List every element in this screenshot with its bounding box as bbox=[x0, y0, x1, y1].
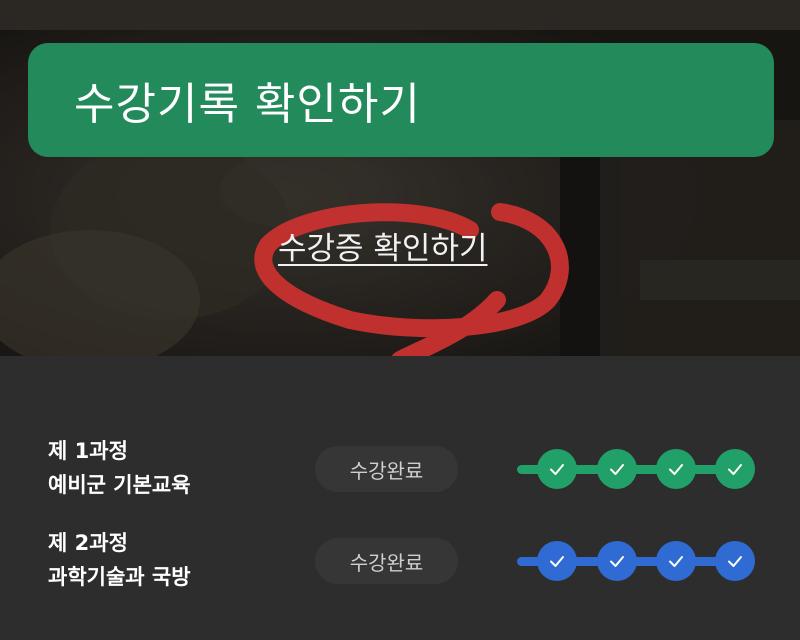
step-4-check-icon bbox=[715, 449, 755, 489]
course-number: 제 1과정 bbox=[48, 439, 128, 463]
step-1-check-icon bbox=[537, 449, 577, 489]
step-3-check-icon bbox=[656, 449, 696, 489]
step-2-check-icon bbox=[597, 541, 637, 581]
course-item-2: 제 2과정 과학기술과 국방 수강완료 bbox=[0, 526, 800, 616]
certificate-link[interactable]: 수강증 확인하기 bbox=[278, 223, 488, 268]
progress-track bbox=[517, 541, 757, 581]
progress-track bbox=[517, 449, 757, 489]
step-3-check-icon bbox=[656, 541, 696, 581]
step-2-check-icon bbox=[597, 449, 637, 489]
status-badge: 수강완료 bbox=[315, 538, 458, 584]
hero-section: 수강기록 확인하기 수강증 확인하기 bbox=[0, 0, 800, 356]
course-label: 제 1과정 예비군 기본교육 bbox=[48, 434, 191, 502]
course-name: 과학기술과 국방 bbox=[48, 565, 191, 589]
status-badge: 수강완료 bbox=[315, 446, 458, 492]
step-4-check-icon bbox=[715, 541, 755, 581]
title-banner: 수강기록 확인하기 bbox=[28, 43, 774, 157]
course-name: 예비군 기본교육 bbox=[48, 473, 191, 497]
course-list: 제 1과정 예비군 기본교육 수강완료 제 2과정 과학기술과 국방 수강완료 bbox=[0, 356, 800, 640]
course-item-1: 제 1과정 예비군 기본교육 수강완료 bbox=[0, 434, 800, 524]
course-number: 제 2과정 bbox=[48, 531, 128, 555]
course-record-page: 수강기록 확인하기 수강증 확인하기 제 1과정 예비군 기본교육 수강완료 제… bbox=[0, 0, 800, 640]
page-title: 수강기록 확인하기 bbox=[74, 79, 421, 130]
step-1-check-icon bbox=[537, 541, 577, 581]
course-label: 제 2과정 과학기술과 국방 bbox=[48, 526, 191, 594]
